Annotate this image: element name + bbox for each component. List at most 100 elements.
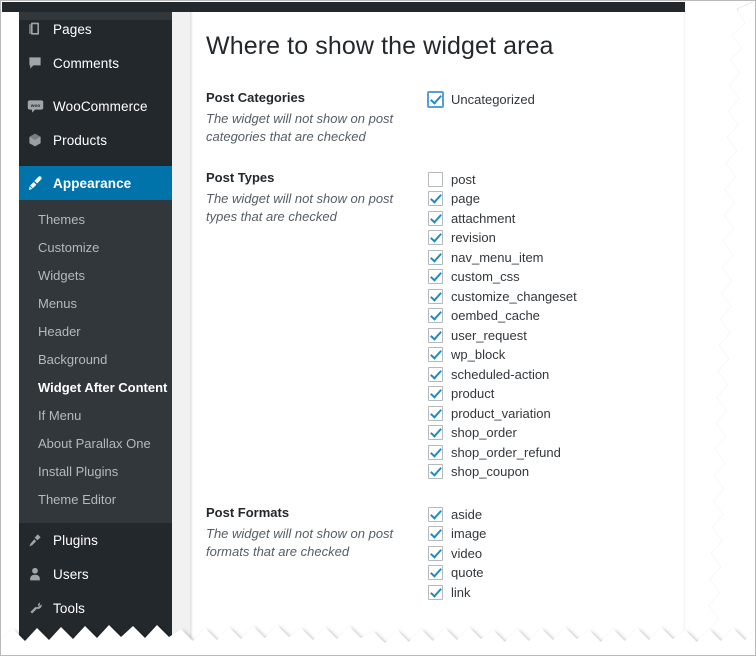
checkbox-custom_css[interactable] — [428, 269, 443, 285]
checkbox-label: nav_menu_item — [451, 249, 544, 265]
submenu-item-themes[interactable]: Themes — [19, 206, 172, 234]
submenu-item-if-menu[interactable]: If Menu — [19, 402, 172, 430]
sidebar-gutter — [172, 12, 190, 655]
checkbox-label: post — [451, 171, 476, 187]
section-hint: The widget will not show on post types t… — [206, 190, 394, 225]
checkbox-page[interactable] — [428, 191, 443, 207]
checkbox-user_request[interactable] — [428, 327, 443, 343]
checkbox-scheduled-action[interactable] — [428, 366, 443, 382]
section-description: Post Types The widget will not show on po… — [206, 169, 428, 482]
checkbox-row[interactable]: shop_order — [428, 423, 755, 443]
comments-icon — [27, 53, 53, 73]
checkbox-group: post page attachment revision nav_menu_itemc… — [428, 169, 755, 482]
appearance-submenu: Themes Customize Widgets Menus Header Backgro… — [19, 200, 172, 523]
sidebar-lower-menu: Plugins Users Tools — [19, 523, 172, 625]
section-title: Post Categories — [206, 89, 305, 105]
checkbox-row[interactable]: shop_order_refund — [428, 443, 755, 463]
checkbox-label: shop_order — [451, 425, 517, 441]
checkbox-row[interactable]: revision — [428, 228, 755, 248]
submenu-item-menus[interactable]: Menus — [19, 290, 172, 318]
checkbox-row[interactable]: custom_css — [428, 267, 755, 287]
checkbox-shop_order[interactable] — [428, 425, 443, 441]
woocommerce-icon: woo — [27, 96, 53, 116]
checkbox-aside[interactable] — [428, 506, 443, 522]
sidebar-item-comments[interactable]: Comments — [19, 46, 172, 80]
screenshot-frame: Pages Comments woo WooCommerce Products Appea… — [0, 0, 756, 656]
sidebar-item-products[interactable]: Products — [19, 123, 172, 157]
submenu-item-customize[interactable]: Customize — [19, 234, 172, 262]
sidebar-separator — [19, 80, 172, 89]
checkbox-row[interactable]: Uncategorized — [428, 90, 755, 110]
checkbox-row[interactable]: attachment — [428, 209, 755, 229]
checkbox-row[interactable]: customize_changeset — [428, 287, 755, 307]
settings-section: Post Categories The widget will not show … — [206, 89, 755, 147]
checkbox-Uncategorized[interactable] — [428, 91, 443, 107]
sidebar-item-woocommerce[interactable]: woo WooCommerce — [19, 89, 172, 123]
checkbox-label: page — [451, 191, 480, 207]
checkbox-revision[interactable] — [428, 230, 443, 246]
checkbox-label: oembed_cache — [451, 308, 540, 324]
checkbox-row[interactable]: scheduled-action — [428, 365, 755, 385]
submenu-item-install-plugins[interactable]: Install Plugins — [19, 458, 172, 486]
products-icon — [27, 130, 53, 150]
submenu-item-background[interactable]: Background — [19, 346, 172, 374]
sidebar-item-label: Pages — [53, 21, 92, 37]
submenu-item-theme-editor[interactable]: Theme Editor — [19, 486, 172, 514]
sidebar-item-users[interactable]: Users — [19, 557, 172, 591]
checkbox-video[interactable] — [428, 545, 443, 561]
admin-bar — [2, 2, 755, 12]
checkbox-row[interactable]: page — [428, 189, 755, 209]
submenu-item-header[interactable]: Header — [19, 318, 172, 346]
checkbox-product[interactable] — [428, 386, 443, 402]
sidebar-item-label: Tools — [53, 600, 86, 616]
checkbox-row[interactable]: shop_coupon — [428, 462, 755, 482]
checkbox-product_variation[interactable] — [428, 405, 443, 421]
checkbox-link[interactable] — [428, 584, 443, 600]
main-content: Where to show the widget area Post Categ… — [193, 12, 755, 655]
settings-section: Post Types The widget will not show on po… — [206, 169, 755, 482]
svg-text:woo: woo — [30, 103, 41, 108]
checkbox-row[interactable]: post — [428, 170, 755, 190]
checkbox-shop_coupon[interactable] — [428, 464, 443, 480]
checkbox-image[interactable] — [428, 526, 443, 542]
checkbox-shop_order_refund[interactable] — [428, 444, 443, 460]
sidebar-item-label: Products — [53, 132, 108, 148]
admin-sidebar: Pages Comments woo WooCommerce Products Appea… — [19, 12, 180, 655]
submenu-item-widgets[interactable]: Widgets — [19, 262, 172, 290]
checkbox-row[interactable]: wp_block — [428, 345, 755, 365]
checkbox-row[interactable]: user_request — [428, 326, 755, 346]
checkbox-label: customize_changeset — [451, 288, 577, 304]
checkbox-quote[interactable] — [428, 565, 443, 581]
screenshot-canvas: Pages Comments woo WooCommerce Products Appea… — [2, 2, 755, 655]
section-title: Post Formats — [206, 504, 290, 520]
checkbox-row[interactable]: aside — [428, 505, 755, 525]
checkbox-row[interactable]: nav_menu_item — [428, 248, 755, 268]
checkbox-group: Uncategorized — [428, 89, 755, 147]
checkbox-label: attachment — [451, 210, 516, 226]
checkbox-label: user_request — [451, 327, 527, 343]
settings-sections: Post Categories The widget will not show … — [206, 89, 755, 603]
checkbox-post[interactable] — [428, 171, 443, 187]
sidebar-item-pages[interactable]: Pages — [19, 12, 172, 46]
sidebar-item-plugins[interactable]: Plugins — [19, 523, 172, 557]
checkbox-nav_menu_item[interactable] — [428, 249, 443, 265]
section-hint: The widget will not show on post categor… — [206, 110, 394, 145]
checkbox-row[interactable]: image — [428, 524, 755, 544]
sidebar-item-tools[interactable]: Tools — [19, 591, 172, 625]
sidebar-item-appearance[interactable]: Appearance — [19, 166, 180, 200]
submenu-item-widget-after-content[interactable]: Widget After Content — [19, 374, 172, 402]
checkbox-row[interactable]: oembed_cache — [428, 306, 755, 326]
checkbox-row[interactable]: product — [428, 384, 755, 404]
checkbox-label: link — [451, 584, 471, 600]
checkbox-row[interactable]: product_variation — [428, 404, 755, 424]
checkbox-customize_changeset[interactable] — [428, 288, 443, 304]
checkbox-label: product — [451, 386, 495, 402]
checkbox-oembed_cache[interactable] — [428, 308, 443, 324]
page-title: Where to show the widget area — [206, 32, 554, 60]
checkbox-row[interactable]: link — [428, 583, 755, 603]
submenu-item-about-parallax-one[interactable]: About Parallax One — [19, 430, 172, 458]
checkbox-wp_block[interactable] — [428, 347, 443, 363]
checkbox-attachment[interactable] — [428, 210, 443, 226]
checkbox-row[interactable]: quote — [428, 563, 755, 583]
checkbox-row[interactable]: video — [428, 544, 755, 564]
